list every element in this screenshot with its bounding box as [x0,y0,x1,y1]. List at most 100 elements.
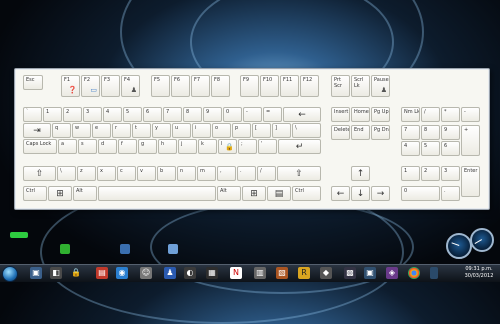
key-numpad-2[interactable]: 2 [421,166,440,181]
key-f7[interactable]: F7 [191,75,210,97]
taskbar-app-icon[interactable]: ◆ [320,267,332,279]
key-z[interactable]: z [77,166,96,181]
key-c[interactable]: c [117,166,136,181]
key-w[interactable]: w [72,123,91,138]
key-i[interactable]: i [192,123,211,138]
key-space[interactable] [98,186,216,201]
key-delete[interactable]: Delete [331,125,350,140]
taskbar-app-icon[interactable]: ▩ [344,267,356,279]
key-numpad-0[interactable]: 0 [401,186,440,201]
key-left-windows[interactable]: ⊞ [48,186,72,201]
key-right-alt[interactable]: Alt [217,186,241,201]
desktop-icon-app[interactable] [168,244,178,254]
key-f6[interactable]: F6 [171,75,190,97]
key-r[interactable]: r [112,123,131,138]
key-f9[interactable]: F9 [240,75,259,97]
taskbar-app-icon[interactable]: R [298,267,310,279]
key-numpad-5[interactable]: 5 [421,141,440,156]
key-numpad-3[interactable]: 3 [441,166,460,181]
key-numpad-multiply[interactable]: * [441,107,460,122]
key-numpad-6[interactable]: 6 [441,141,460,156]
key-numpad-9[interactable]: 9 [441,125,460,140]
desktop-icon-app[interactable] [120,244,130,254]
key-y[interactable]: y [152,123,171,138]
key-p[interactable]: p [232,123,251,138]
key-a[interactable]: a [58,139,77,154]
key-right-bracket[interactable]: ] [272,123,291,138]
key-period[interactable]: . [237,166,256,181]
taskbar-app-icon[interactable]: ▥ [254,267,266,279]
desktop-icon-android[interactable] [60,244,70,254]
key-3[interactable]: 3 [83,107,102,122]
key-5[interactable]: 5 [123,107,142,122]
key-f8[interactable]: F8 [211,75,230,97]
key-numpad-plus[interactable]: + [461,125,480,156]
key-4[interactable]: 4 [103,107,122,122]
key-d[interactable]: d [98,139,117,154]
start-button[interactable] [2,266,18,282]
taskbar-app-icon[interactable]: N [230,267,242,279]
taskbar-app-icon[interactable]: ▤ [96,267,108,279]
key-f10[interactable]: F10 [260,75,279,97]
key-l[interactable]: l 🔒 [218,139,237,154]
taskbar-app-icon[interactable]: ▧ [276,267,288,279]
key-o[interactable]: o [212,123,231,138]
taskbar-app-icon[interactable]: ☺ [140,267,152,279]
key-right-shift[interactable]: ⇧ [277,166,321,181]
key-0[interactable]: 0 [223,107,242,122]
key-pause[interactable]: Pause ♟ [371,75,390,97]
key-f2[interactable]: F2 ▭ [81,75,100,97]
key-1[interactable]: 1 [43,107,62,122]
key-f4[interactable]: F4 ♟ [121,75,140,97]
key-backtick[interactable]: ` [23,107,42,122]
key-left-shift[interactable]: ⇧ [23,166,56,181]
key-numpad-4[interactable]: 4 [401,141,420,156]
key-n[interactable]: n [177,166,196,181]
key-t[interactable]: t [132,123,151,138]
key-b[interactable]: b [157,166,176,181]
key-caps-lock[interactable]: Caps Lock [23,139,57,154]
key-arrow-right[interactable]: → [371,186,390,201]
key-8[interactable]: 8 [183,107,202,122]
key-2[interactable]: 2 [63,107,82,122]
key-print-screen[interactable]: Prt Scr [331,75,350,97]
cpu-meter-gadget[interactable] [446,233,472,259]
key-v[interactable]: v [137,166,156,181]
key-9[interactable]: 9 [203,107,222,122]
key-left-bracket[interactable]: [ [252,123,271,138]
key-h[interactable]: h [158,139,177,154]
key-insert[interactable]: Insert [331,107,350,122]
key-backspace[interactable]: ← [283,107,321,122]
key-right-ctrl[interactable]: Ctrl [292,186,321,201]
key-m[interactable]: m [197,166,216,181]
key-j[interactable]: j [178,139,197,154]
lock-icon[interactable]: 🔒 [70,267,82,279]
key-scroll-lock[interactable]: Scrl Lk [351,75,370,97]
taskbar-app-icon[interactable]: ▣ [30,267,42,279]
taskbar-app-icon[interactable]: ▣ [364,267,376,279]
chrome-icon[interactable] [408,267,420,279]
key-f12[interactable]: F12 [300,75,319,97]
key-tab[interactable]: ⇥ [23,123,51,138]
key-numpad-divide[interactable]: / [421,107,440,122]
key-end[interactable]: End [351,125,370,140]
memory-meter-gadget[interactable] [470,228,494,252]
key-page-down[interactable]: Pg Dn [371,125,390,140]
key-comma[interactable]: , [217,166,236,181]
key-f5[interactable]: F5 [151,75,170,97]
key-f3[interactable]: F3 [101,75,120,97]
key-e[interactable]: e [92,123,111,138]
key-u[interactable]: u [172,123,191,138]
taskbar-app-icon[interactable]: ◧ [50,267,62,279]
key-quote[interactable]: ' [258,139,277,154]
key-numpad-8[interactable]: 8 [421,125,440,140]
key-num-lock[interactable]: Nm Lk [401,107,420,122]
key-slash[interactable]: / [257,166,276,181]
key-menu[interactable]: ▤ [267,186,291,201]
key-f[interactable]: f [118,139,137,154]
key-arrow-left[interactable]: ← [331,186,350,201]
tray-icon[interactable] [430,267,438,279]
system-clock[interactable]: 09:31 p.m. 30/03/2012 [460,266,498,280]
taskbar-app-icon[interactable]: ▦ [206,267,218,279]
key-numpad-enter[interactable]: Enter [461,166,480,197]
